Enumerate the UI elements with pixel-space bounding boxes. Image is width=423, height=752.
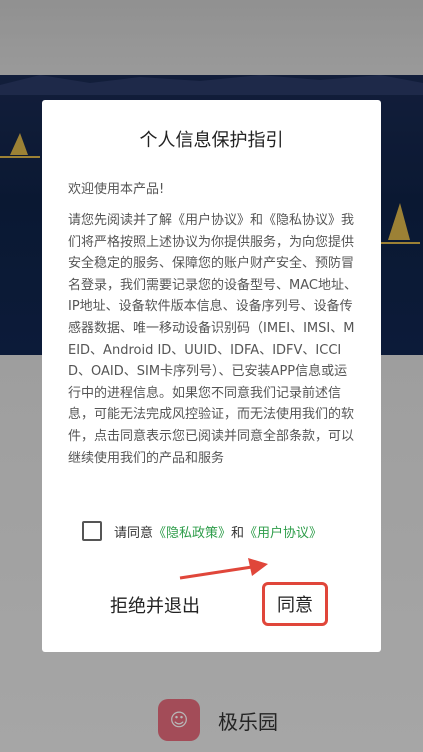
consent-row: 请同意《隐私政策》和《用户协议》 [82, 521, 322, 541]
welcome-text: 欢迎使用本产品! [68, 182, 165, 197]
policy-body-text: 请您先阅读并了解《用户协议》和《隐私协议》我们将严格按照上述协议为你提供服务，为… [68, 213, 357, 466]
consent-and: 和 [231, 525, 245, 541]
consent-text: 请同意《隐私政策》和《用户协议》 [114, 522, 322, 541]
consent-prefix: 请同意 [114, 525, 154, 541]
user-agreement-link[interactable]: 《用户协议》 [244, 526, 322, 541]
consent-checkbox[interactable] [82, 521, 102, 541]
reject-exit-button[interactable]: 拒绝并退出 [110, 592, 200, 618]
privacy-dialog: 个人信息保护指引 欢迎使用本产品! 请您先阅读并了解《用户协议》和《隐私协议》我… [42, 100, 381, 652]
agree-button[interactable]: 同意 [262, 582, 328, 626]
dialog-title: 个人信息保护指引 [139, 130, 284, 151]
privacy-policy-link[interactable]: 《隐私政策》 [153, 526, 231, 541]
